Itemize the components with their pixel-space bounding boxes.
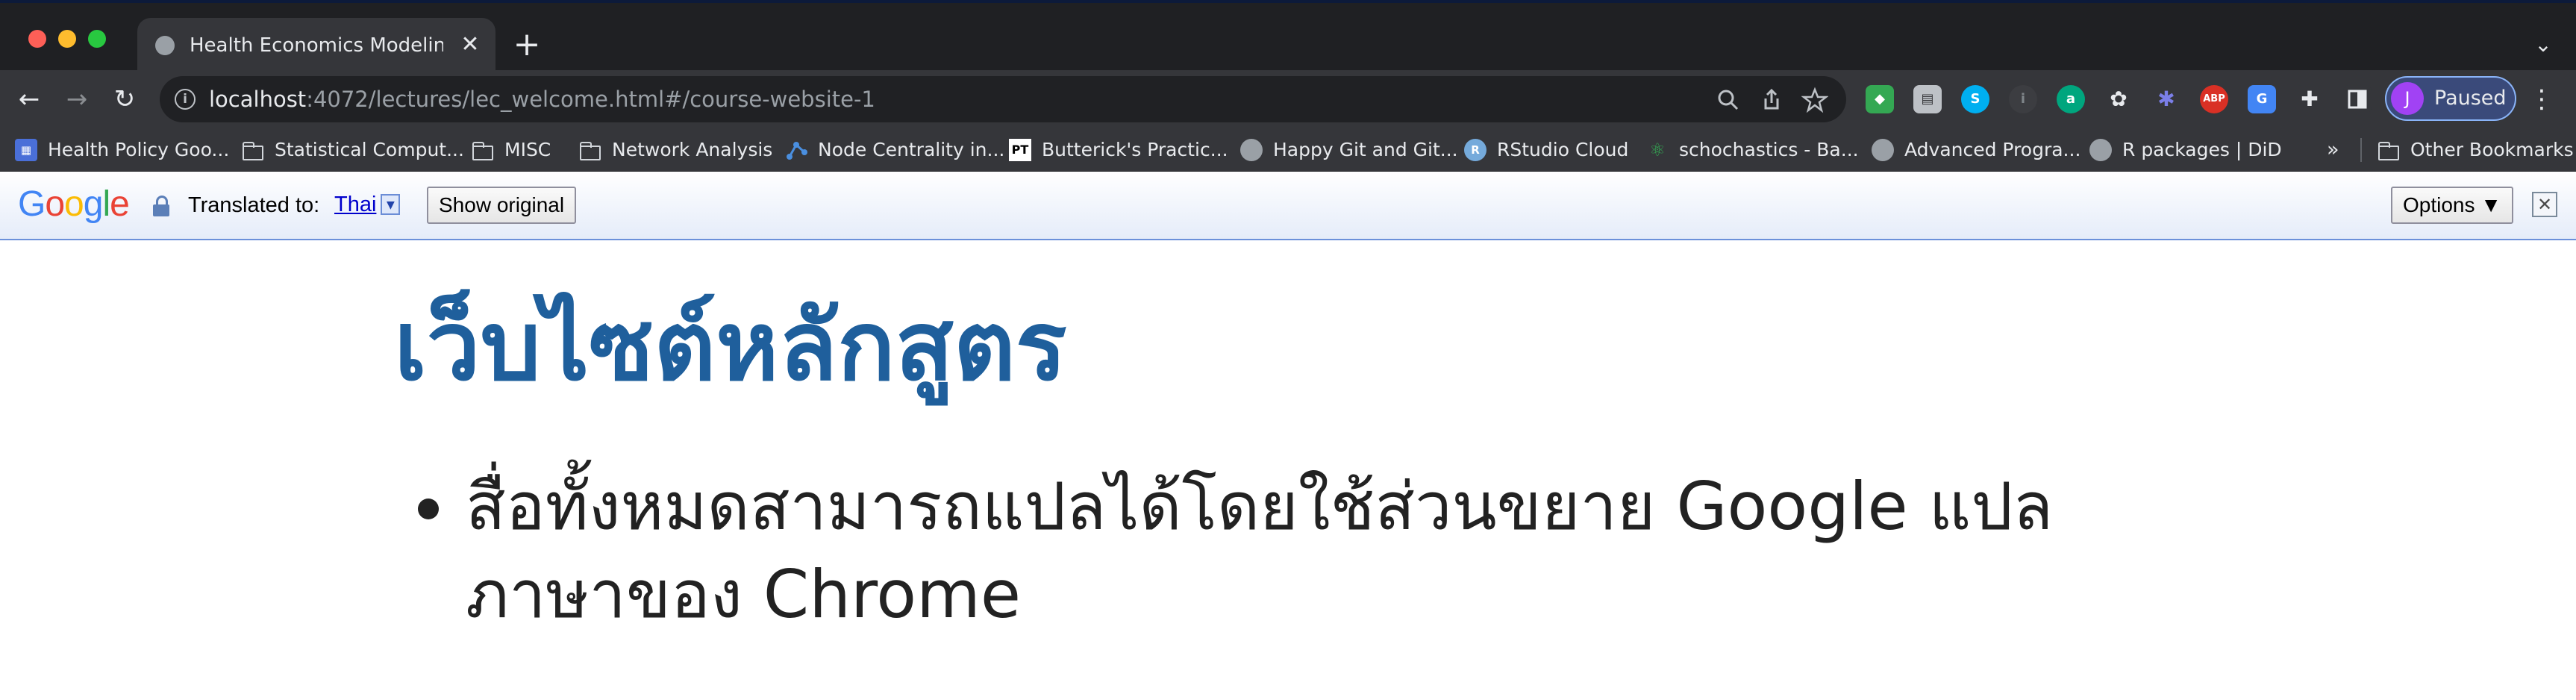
globe-icon [155, 36, 175, 55]
bookmarks-overflow-button[interactable]: » [2327, 139, 2339, 161]
bookmark-advanced-programming[interactable]: Advanced Progra... [1872, 128, 2081, 172]
back-button[interactable]: ← [12, 82, 46, 116]
browser-toolbar: ← → ↻ i localhost:4072/lectures/lec_welc… [0, 70, 2576, 128]
translated-to-label: Translated to: [188, 193, 320, 217]
tab-strip: Health Economics Modeling W ✕ + ⌄ [0, 0, 2576, 73]
close-icon[interactable]: ✕ [2532, 192, 2557, 217]
network-icon [785, 139, 807, 161]
bookmark-butterick[interactable]: PT Butterick's Practic... [1009, 128, 1228, 172]
close-icon[interactable]: ✕ [457, 31, 484, 58]
bookmark-folder-statistical[interactable]: Statistical Comput... [242, 128, 464, 172]
flower-extension-icon[interactable]: ✿ [2104, 85, 2133, 113]
page-content: เว็บไซต์หลักสูตร สื่อทั้งหมดสามารถแปลได้… [0, 240, 2576, 700]
tab-title: Health Economics Modeling W [190, 34, 443, 57]
bookmark-folder-misc[interactable]: MISC [472, 128, 551, 172]
url-path: :4072/lectures/lec_welcome.html#/course-… [306, 87, 875, 112]
zoom-window-button[interactable] [88, 30, 106, 48]
bullet-list: สื่อทั้งหมดสามารถแปลได้โดยใช้ส่วนขยาย Go… [418, 463, 2209, 639]
adblock-plus-icon[interactable]: ABP [2200, 85, 2228, 113]
bookmarks-divider [2360, 138, 2362, 162]
list-item: สื่อทั้งหมดสามารถแปลได้โดยใช้ส่วนขยาย Go… [418, 463, 2209, 639]
folder-icon [579, 139, 601, 161]
a-extension-icon[interactable]: a [2057, 85, 2085, 113]
folder-icon [2378, 139, 2400, 161]
globe-icon [2089, 139, 2112, 161]
new-tab-button[interactable]: + [510, 28, 543, 61]
google-logo: Google [18, 184, 130, 224]
language-select[interactable]: Thai ▼ [334, 190, 401, 219]
rstudio-icon: R [1464, 139, 1486, 161]
pt-icon: PT [1009, 139, 1031, 161]
bookmark-happy-git[interactable]: Happy Git and Git... [1240, 128, 1458, 172]
other-bookmarks-folder[interactable]: Other Bookmarks [2378, 128, 2574, 172]
list-item-text: สื่อทั้งหมดสามารถแปลได้โดยใช้ส่วนขยาย Go… [466, 468, 2054, 633]
url-host: localhost [209, 87, 307, 112]
profile-button[interactable]: J Paused [2385, 76, 2516, 121]
table-icon: ▦ [15, 139, 37, 161]
folder-icon [472, 139, 494, 161]
tab-search-button[interactable]: ⌄ [2530, 31, 2557, 58]
chevron-down-icon[interactable]: ▼ [381, 194, 401, 215]
globe-icon [1240, 139, 1263, 161]
folder-icon [242, 139, 264, 161]
show-original-button[interactable]: Show original [427, 187, 577, 224]
minimize-window-button[interactable] [58, 30, 76, 48]
avatar: J [2391, 82, 2424, 115]
tag-extension-icon[interactable]: ◆ [1866, 85, 1894, 113]
bookmark-rstudio-cloud[interactable]: R RStudio Cloud [1464, 128, 1628, 172]
google-translate-extension-icon[interactable]: G [2248, 85, 2276, 113]
gear-extension-icon[interactable]: ✱ [2152, 85, 2180, 113]
bookmark-star-icon[interactable] [1801, 87, 1829, 113]
options-button[interactable]: Options ▼ [2391, 187, 2513, 224]
forward-button[interactable]: → [60, 82, 94, 116]
active-tab[interactable]: Health Economics Modeling W ✕ [137, 18, 495, 73]
language-link[interactable]: Thai [334, 190, 376, 219]
globe-icon [1872, 139, 1894, 161]
profile-status: Paused [2434, 87, 2507, 110]
bookmarks-bar: ▦ Health Policy Goo... Statistical Compu… [0, 128, 2576, 172]
site-info-icon[interactable]: i [175, 89, 196, 110]
google-translate-bar: Google Translated to: Thai ▼ Show origin… [0, 172, 2576, 240]
close-window-button[interactable] [28, 30, 46, 48]
skype-extension-icon[interactable]: S [1961, 85, 1989, 113]
reload-button[interactable]: ↻ [107, 82, 142, 116]
bullet-dot [418, 499, 439, 519]
address-bar[interactable]: i localhost:4072/lectures/lec_welcome.ht… [160, 76, 1846, 122]
bookmark-node-centrality[interactable]: Node Centrality in... [785, 128, 1004, 172]
lock-icon [152, 196, 170, 216]
atom-icon: ⚛ [1649, 140, 1666, 160]
info-extension-icon[interactable]: i [2009, 85, 2037, 113]
more-menu-icon[interactable]: ⋮ [2527, 82, 2557, 116]
puzzle-icon[interactable]: ✚ [2295, 85, 2324, 113]
url-text[interactable]: localhost:4072/lectures/lec_welcome.html… [209, 85, 875, 113]
bookmark-folder-network[interactable]: Network Analysis [579, 128, 772, 172]
bookmark-r-packages-did[interactable]: R packages | DiD [2089, 128, 2282, 172]
zoom-icon[interactable] [1715, 87, 1742, 113]
bookmark-health-policy[interactable]: ▦ Health Policy Goo... [15, 128, 229, 172]
side-panel-icon[interactable] [2343, 85, 2372, 113]
share-icon[interactable] [1758, 87, 1785, 113]
document-extension-icon[interactable]: ▤ [1913, 85, 1942, 113]
page-title: เว็บไซต์หลักสูตร [394, 291, 1067, 402]
bookmark-schochastics[interactable]: ⚛ schochastics - Ba... [1646, 128, 1858, 172]
